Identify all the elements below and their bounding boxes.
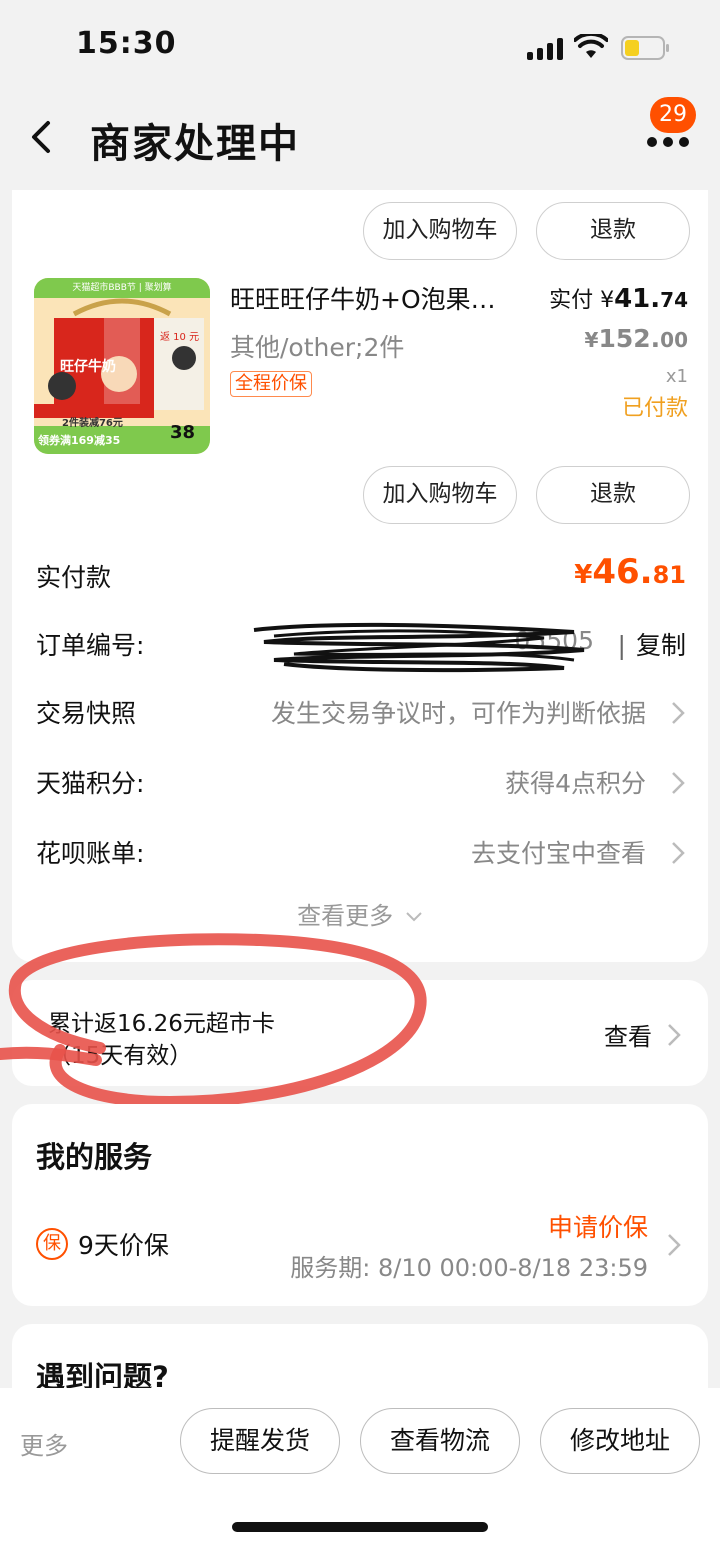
order-card: 加入购物车 退款 天猫超市BBB节 | 聚划算 返 10 元 旺仔牛奶 2件装减… <box>12 190 708 962</box>
more-link[interactable]: 更多 <box>20 1426 68 1461</box>
huabei-bill-row[interactable]: 花呗账单: 去支付宝中查看 <box>36 834 686 874</box>
total-paid-label: 实付款 <box>36 563 112 592</box>
rebate-card[interactable]: 累计返16.26元超市卡 （15天有效） 查看 <box>12 980 708 1086</box>
total-paid-row: 实付款 ¥46.81 <box>36 552 686 598</box>
remind-shipping-button[interactable]: 提醒发货 <box>180 1408 340 1474</box>
rebate-validity: （15天有效） <box>48 1043 193 1069</box>
product-image-price: 38 <box>170 422 196 443</box>
product-image-promo1: 2件装减76元 <box>62 418 123 429</box>
item-paid-currency: ¥ <box>600 288 615 313</box>
copy-area: | 复制 <box>608 626 686 662</box>
chevron-right-icon[interactable] <box>666 1232 682 1258</box>
refund-button-top[interactable]: 退款 <box>536 202 690 260</box>
product-sku: 其他/other;2件 <box>230 333 405 362</box>
wifi-icon <box>574 34 608 58</box>
modify-address-button[interactable]: 修改地址 <box>540 1408 700 1474</box>
item-paid-int: 41. <box>614 284 661 314</box>
item-pay-status: 已付款 <box>621 396 688 421</box>
product-title[interactable]: 旺旺旺仔牛奶+O泡果… <box>230 280 530 316</box>
chevron-right-icon <box>672 702 685 724</box>
apply-price-protect-link[interactable]: 申请价保 <box>548 1208 648 1244</box>
copy-button[interactable]: 复制 <box>636 631 686 660</box>
status-time: 15:30 <box>76 26 177 61</box>
huabei-bill-label: 花呗账单: <box>36 839 145 868</box>
more-icon[interactable] <box>646 135 690 149</box>
home-indicator <box>232 1522 488 1532</box>
price-protection-tag: 全程价保 <box>230 371 312 397</box>
order-number-label: 订单编号: <box>36 631 145 660</box>
price-protect-icon: 保 <box>36 1228 68 1260</box>
see-more-button[interactable]: 查看更多 <box>12 896 708 931</box>
rebate-amount: 累计返16.26元超市卡 <box>48 1011 275 1037</box>
total-paid-amount: ¥46.81 <box>574 552 686 592</box>
my-service-card: 我的服务 保 9天价保 申请价保 服务期: 8/10 00:00-8/18 23… <box>12 1104 708 1306</box>
trade-snapshot-label: 交易快照 <box>36 699 137 728</box>
trade-snapshot-row[interactable]: 交易快照 发生交易争议时，可作为判断依据 <box>36 694 686 734</box>
total-int: 46. <box>592 552 653 592</box>
item-orig-dec: 00 <box>660 328 688 352</box>
item-paid-dec: 74 <box>660 288 688 312</box>
product-image-return: 返 10 元 <box>160 332 200 343</box>
chevron-right-icon <box>672 842 685 864</box>
service-period: 服务期: 8/10 00:00-8/18 23:59 <box>290 1254 648 1282</box>
nav-bar: 商家处理中 29 <box>0 95 720 190</box>
page-title: 商家处理中 <box>90 121 300 167</box>
rebate-view-link[interactable]: 查看 <box>604 1017 652 1052</box>
item-paid-label: 实付 <box>549 288 594 313</box>
order-number-row: 订单编号: 05505 | 复制 <box>36 622 686 673</box>
my-service-title: 我的服务 <box>36 1140 153 1174</box>
item-orig-currency: ¥ <box>584 328 599 352</box>
item-paid-price: 实付 ¥41.74 <box>549 282 688 314</box>
product-image-banner: 天猫超市BBB节 | 聚划算 <box>72 283 172 293</box>
tmall-points-value: 获得4点积分 <box>505 769 646 798</box>
chevron-right-icon <box>668 1024 681 1046</box>
bottom-action-bar: 更多 提醒发货 查看物流 修改地址 <box>0 1388 720 1558</box>
add-to-cart-button[interactable]: 加入购物车 <box>363 466 517 524</box>
item-original-price: ¥152.00 <box>585 324 688 353</box>
copy-separator: | <box>617 631 626 660</box>
redaction-scribble <box>253 622 585 673</box>
tmall-points-row[interactable]: 天猫积分: 获得4点积分 <box>36 764 686 804</box>
chevron-down-icon <box>406 912 422 922</box>
back-icon[interactable] <box>26 117 56 157</box>
total-currency: ¥ <box>574 560 593 590</box>
product-image-promo2: 领券满169减35 <box>38 434 121 447</box>
signal-icon <box>527 38 563 60</box>
tmall-points-label: 天猫积分: <box>36 769 145 798</box>
total-dec: 81 <box>652 561 686 589</box>
product-image[interactable]: 天猫超市BBB节 | 聚划算 返 10 元 旺仔牛奶 2件装减76元 领券满16… <box>34 278 210 454</box>
item-quantity: x1 <box>665 366 688 387</box>
message-badge: 29 <box>650 97 696 133</box>
refund-button[interactable]: 退款 <box>536 466 690 524</box>
battery-icon <box>621 36 669 60</box>
add-to-cart-button-top[interactable]: 加入购物车 <box>363 202 517 260</box>
item-orig-int: 152. <box>598 324 661 353</box>
view-logistics-button[interactable]: 查看物流 <box>360 1408 520 1474</box>
status-bar: 15:30 <box>0 0 720 95</box>
chevron-right-icon <box>672 772 685 794</box>
trade-snapshot-value: 发生交易争议时，可作为判断依据 <box>270 699 646 728</box>
huabei-bill-value: 去支付宝中查看 <box>470 839 646 868</box>
price-protect-name: 9天价保 <box>78 1231 169 1260</box>
product-image-brand: 旺仔牛奶 <box>60 359 116 375</box>
see-more-label: 查看更多 <box>297 902 394 930</box>
